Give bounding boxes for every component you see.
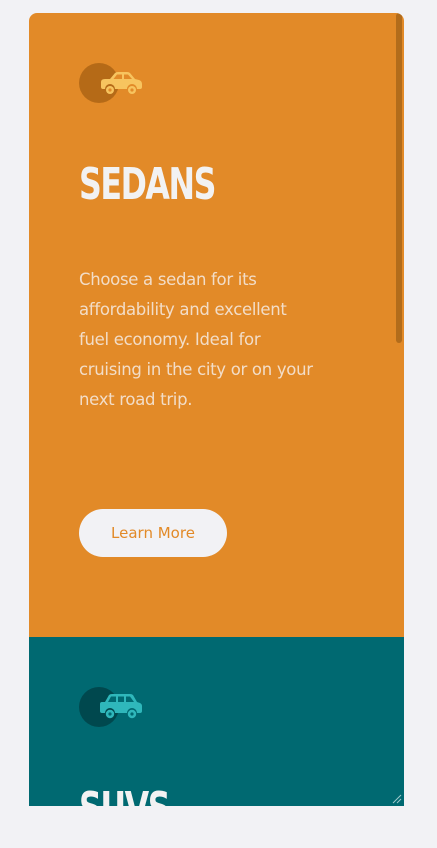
sedans-icon-badge (79, 63, 145, 103)
sedans-card: SEDANS Choose a sedan for its affordabil… (29, 13, 404, 637)
suv-car-icon (100, 694, 142, 719)
sedans-description: Choose a sedan for its affordability and… (79, 270, 313, 409)
sedans-title: SEDANS (79, 159, 216, 210)
scrollbar-thumb[interactable] (396, 13, 402, 343)
resize-handle-icon[interactable] (390, 792, 402, 804)
suvs-card: SUVS (29, 637, 404, 806)
preview-frame: SEDANS Choose a sedan for its affordabil… (29, 13, 404, 806)
sedan-car-icon (101, 72, 142, 94)
suvs-title: SUVS (79, 787, 171, 807)
suvs-icon-badge (79, 687, 145, 727)
sedans-learn-more-button[interactable]: Learn More (79, 509, 227, 557)
